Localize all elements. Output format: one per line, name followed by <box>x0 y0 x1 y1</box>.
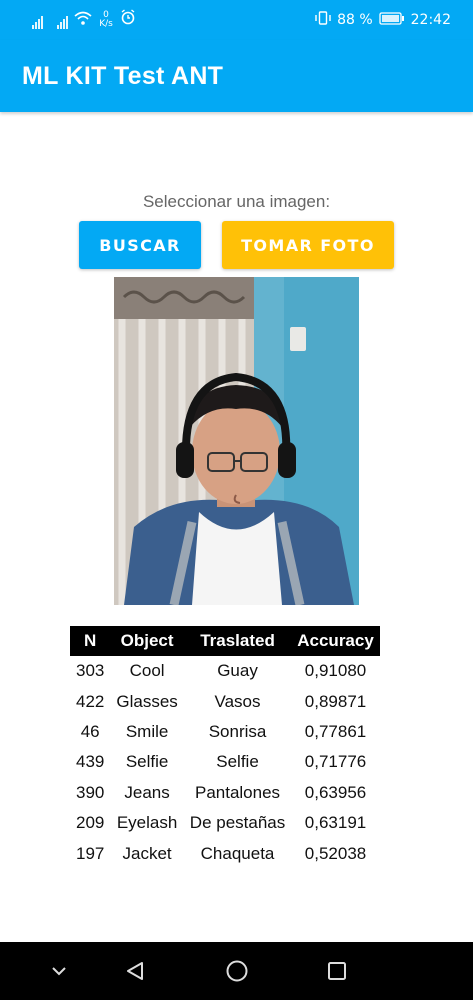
select-image-prompt: Seleccionar una imagen: <box>142 192 331 211</box>
cell-object: Eyelash <box>116 813 178 833</box>
back-icon[interactable] <box>122 959 148 983</box>
status-bar: 0 K/s 88 % 22:42 <box>0 0 473 40</box>
net-speed-unit: K/s <box>99 19 113 29</box>
table-row: 209 Eyelash De pestañas 0,63191 <box>70 808 380 838</box>
cell-traslated: Pantalones <box>194 782 281 802</box>
cell-traslated: Sonrisa <box>208 721 267 741</box>
cell-accuracy: 0,91080 <box>304 661 367 681</box>
cell-accuracy: 0,77861 <box>304 721 367 741</box>
home-icon[interactable] <box>224 959 250 983</box>
cell-object: Smile <box>125 721 169 741</box>
cell-accuracy: 0,63191 <box>304 813 367 833</box>
cell-object: Jacket <box>122 843 172 863</box>
vibrate-icon <box>315 11 331 29</box>
cell-object: Jeans <box>124 782 170 802</box>
cell-traslated: Chaqueta <box>200 843 275 863</box>
alarm-icon <box>120 9 136 29</box>
table-row: 439 Selfie Selfie 0,71776 <box>70 747 380 777</box>
selfie-photo <box>114 277 359 605</box>
header-accuracy: Accuracy <box>291 626 380 656</box>
cell-n: 439 <box>76 752 105 772</box>
cell-traslated: Vasos <box>214 691 261 711</box>
cell-traslated: Selfie <box>216 752 259 772</box>
cell-n: 303 <box>76 661 105 681</box>
status-left: 0 K/s <box>32 9 136 29</box>
cell-n: 46 <box>80 721 100 741</box>
net-speed: 0 K/s <box>98 11 114 29</box>
table-row: 422 Glasses Vasos 0,89871 <box>70 686 380 716</box>
header-n: N <box>70 626 111 656</box>
cell-object: Selfie <box>125 752 169 772</box>
app-title: ML KIT Test ANT <box>22 62 224 90</box>
wifi-icon <box>74 11 92 29</box>
cell-traslated: De pestañas <box>189 813 286 833</box>
signal-icon <box>57 15 68 29</box>
app-bar: ML KIT Test ANT <box>0 40 473 112</box>
table-row: 303 Cool Guay 0,91080 <box>70 656 380 686</box>
recents-icon[interactable] <box>324 959 350 983</box>
table-row: 46 Smile Sonrisa 0,77861 <box>70 717 380 747</box>
cell-traslated: Guay <box>217 661 258 681</box>
cell-n: 422 <box>76 691 105 711</box>
cell-accuracy: 0,89871 <box>304 691 367 711</box>
clock: 22:42 <box>410 12 451 28</box>
results-header-row: N Object Traslated Accuracy <box>70 626 380 656</box>
table-row: 390 Jeans Pantalones 0,63956 <box>70 778 380 808</box>
status-right: 88 % 22:42 <box>315 11 451 29</box>
navigation-bar <box>0 942 473 1000</box>
take-photo-button[interactable]: TOMAR FOTO <box>222 221 394 269</box>
search-button[interactable]: BUSCAR <box>79 221 201 269</box>
header-traslated: Traslated <box>183 626 292 656</box>
cell-accuracy: 0,71776 <box>304 752 367 772</box>
cell-accuracy: 0,63956 <box>304 782 367 802</box>
signal-icon <box>32 15 43 29</box>
cell-n: 209 <box>76 813 105 833</box>
results-table: N Object Traslated Accuracy 303 Cool Gua… <box>70 626 380 869</box>
cell-accuracy: 0,52038 <box>304 843 367 863</box>
collapse-icon[interactable] <box>46 959 72 983</box>
cell-object: Glasses <box>116 691 178 711</box>
battery-icon <box>378 11 405 29</box>
cell-n: 390 <box>76 782 105 802</box>
cell-object: Cool <box>129 661 165 681</box>
table-row: 197 Jacket Chaqueta 0,52038 <box>70 838 380 868</box>
battery-percent: 88 % <box>337 12 373 28</box>
header-object: Object <box>110 626 184 656</box>
cell-n: 197 <box>76 843 105 863</box>
